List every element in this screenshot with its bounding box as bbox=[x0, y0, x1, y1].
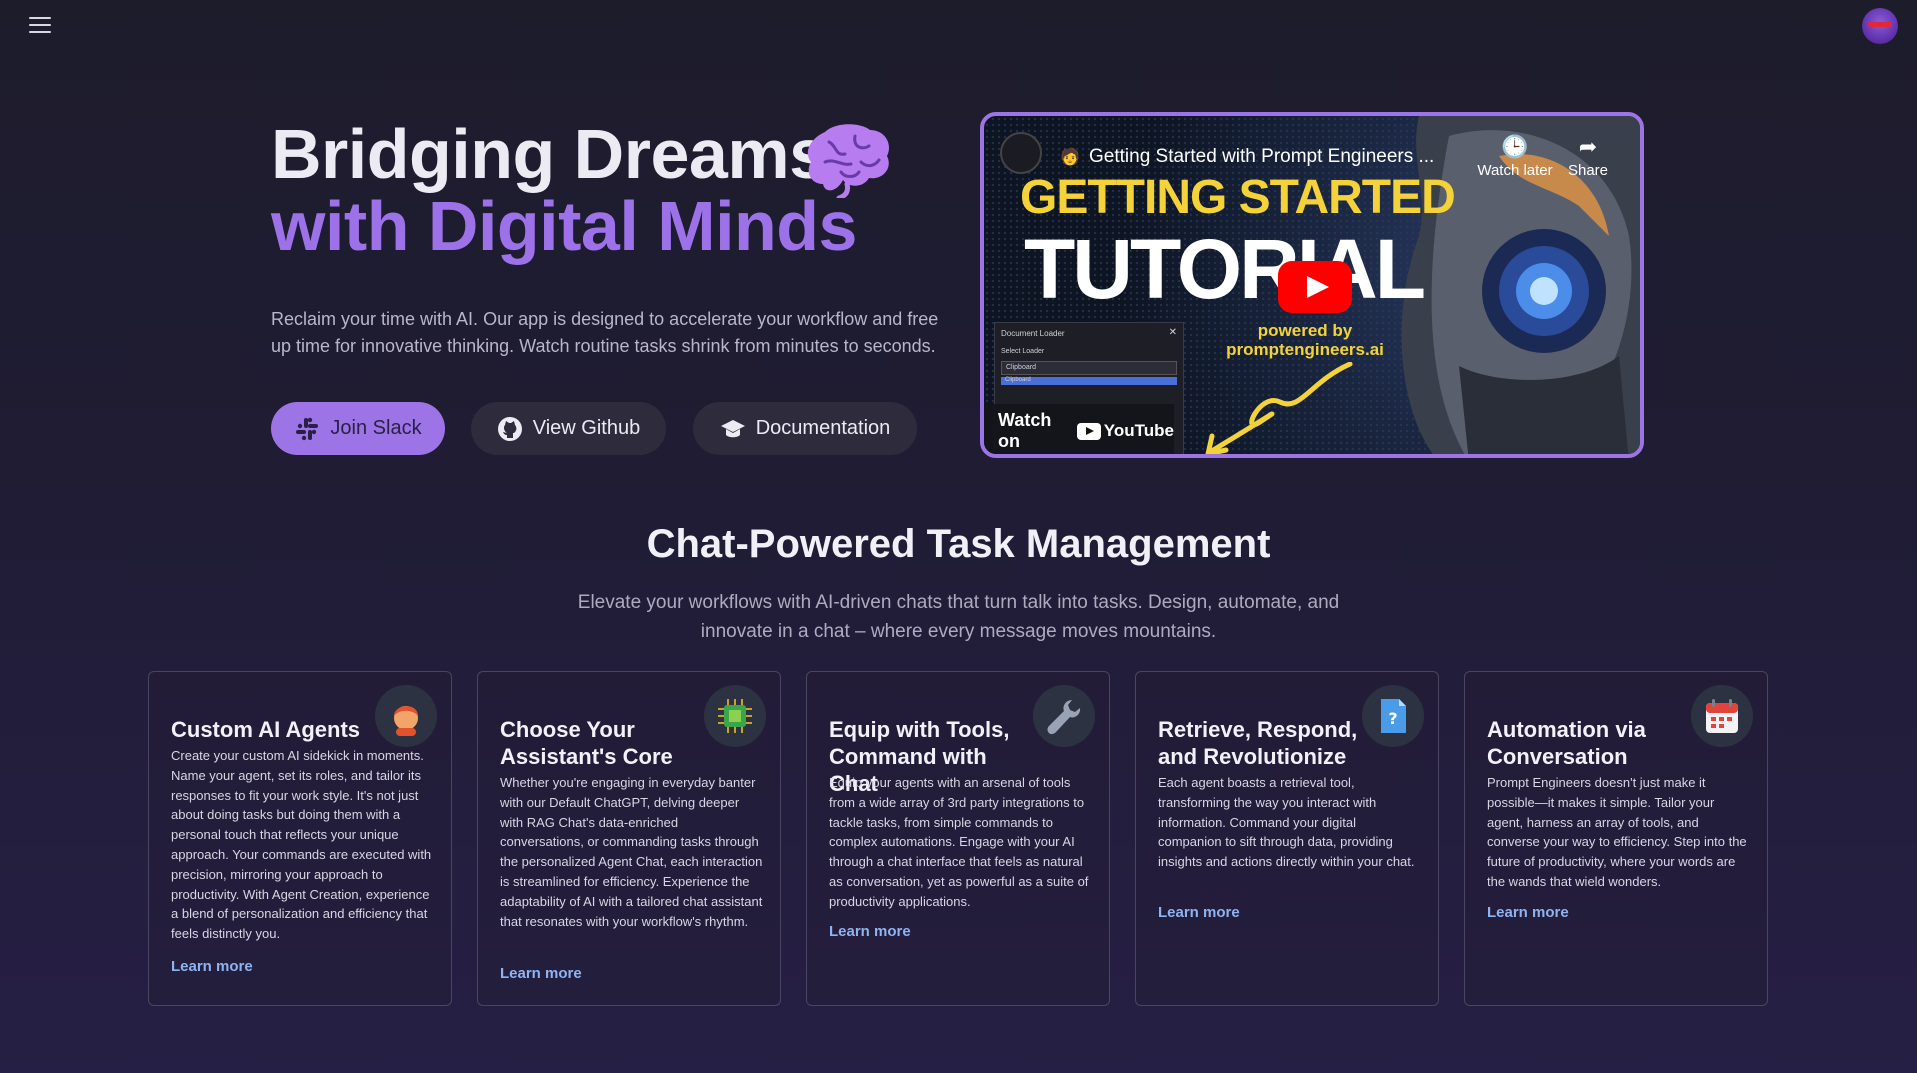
learn-more-link[interactable]: Learn more bbox=[500, 965, 582, 982]
watch-on-youtube-button[interactable]: Watch on YouTube bbox=[984, 404, 1174, 454]
yellow-arrow-icon bbox=[1205, 362, 1353, 454]
card-icon-wrap bbox=[704, 685, 766, 747]
card-title: Retrieve, Respond, and Revolutionize bbox=[1158, 717, 1358, 769]
join-slack-label: Join Slack bbox=[330, 417, 422, 439]
documentation-label: Documentation bbox=[755, 417, 891, 439]
thumbnail-heading: GETTING STARTED bbox=[1020, 171, 1456, 224]
github-icon bbox=[497, 416, 522, 441]
youtube-play-icon bbox=[1076, 422, 1101, 440]
clock-icon: 🕒 bbox=[1501, 134, 1529, 159]
watch-on-label: Watch on bbox=[998, 410, 1052, 451]
slack-icon bbox=[296, 417, 319, 440]
thumbnail-tutorial-text: TUTORIAL bbox=[1024, 222, 1426, 316]
card-icon-wrap bbox=[375, 685, 437, 747]
feature-card-assistant-core: Choose Your Assistant's Core Whether you… bbox=[477, 671, 781, 1006]
ninja-avatar-icon bbox=[1868, 22, 1892, 27]
view-github-button[interactable]: View Github bbox=[471, 402, 666, 455]
documentation-button[interactable]: Documentation bbox=[693, 402, 917, 455]
close-icon: ✕ bbox=[1168, 327, 1177, 338]
card-icon-wrap bbox=[1033, 685, 1095, 747]
top-bar bbox=[0, 0, 1917, 52]
person-icon bbox=[394, 706, 418, 736]
join-slack-button[interactable]: Join Slack bbox=[271, 402, 445, 455]
loader-select: Clipboard bbox=[1001, 361, 1177, 375]
powered-by-text: powered by promptengineers.ai bbox=[1220, 321, 1390, 359]
card-title: Choose Your Assistant's Core bbox=[500, 717, 673, 769]
feature-card-custom-agents: Custom AI Agents Create your custom AI s… bbox=[148, 671, 452, 1006]
youtube-video-embed[interactable]: 🧑 Getting Started with Prompt Engineers … bbox=[980, 112, 1644, 458]
section-title: Chat-Powered Task Management bbox=[646, 522, 1271, 566]
hero-title-line1: Bridging Dreams bbox=[271, 115, 828, 193]
hero-title-line2: with Digital Minds bbox=[271, 187, 857, 265]
video-play-button[interactable] bbox=[1278, 261, 1352, 313]
share-label: Share bbox=[1567, 162, 1609, 179]
learn-more-link[interactable]: Learn more bbox=[171, 958, 253, 975]
card-icon-wrap: ? bbox=[1362, 685, 1424, 747]
graduation-cap-icon bbox=[720, 419, 745, 437]
person-emoji-icon: 🧑 bbox=[1060, 149, 1080, 166]
section-subtitle: Elevate your workflows with AI-driven ch… bbox=[577, 592, 1340, 642]
channel-avatar[interactable] bbox=[1000, 132, 1042, 174]
feature-card-automation: Automation via Conversation Prompt Engin… bbox=[1464, 671, 1768, 1006]
card-body: Each agent boasts a retrieval tool, tran… bbox=[1158, 775, 1415, 870]
card-body: Create your custom AI sidekick in moment… bbox=[171, 748, 432, 942]
view-github-label: View Github bbox=[532, 417, 641, 439]
hero-title: Bridging Dreams with Digital Minds bbox=[271, 118, 857, 262]
video-title[interactable]: Getting Started with Prompt Engineers ..… bbox=[1089, 146, 1434, 168]
powered-by-line2: promptengineers.ai bbox=[1226, 340, 1384, 359]
card-title: Custom AI Agents bbox=[171, 717, 361, 742]
youtube-logo: YouTube bbox=[1076, 421, 1174, 441]
watch-later-label: Watch later bbox=[1477, 162, 1553, 179]
youtube-label: YouTube bbox=[1103, 421, 1174, 440]
card-icon-wrap bbox=[1691, 685, 1753, 747]
select-loader-label: Select Loader bbox=[1001, 348, 1045, 355]
brain-icon bbox=[807, 124, 890, 198]
card-title: Automation via Conversation bbox=[1487, 717, 1646, 769]
feature-card-retrieve: ? Retrieve, Respond, and Revolutionize E… bbox=[1135, 671, 1439, 1006]
powered-by-line1: powered by bbox=[1257, 321, 1353, 340]
learn-more-link[interactable]: Learn more bbox=[829, 923, 911, 940]
learn-more-link[interactable]: Learn more bbox=[1158, 904, 1240, 921]
hero-subtitle: Reclaim your time with AI. Our app is de… bbox=[271, 309, 939, 356]
calendar-icon bbox=[1706, 699, 1738, 733]
hamburger-menu-icon[interactable] bbox=[29, 17, 51, 35]
share-button[interactable]: ➦ Share bbox=[1558, 134, 1618, 179]
document-loader-title: Document Loader bbox=[1001, 329, 1065, 338]
feature-card-tools: Equip with Tools, Command with Chat Equi… bbox=[806, 671, 1110, 1006]
learn-more-link[interactable]: Learn more bbox=[1487, 904, 1569, 921]
wrench-icon bbox=[1047, 700, 1081, 735]
card-body: Whether you're engaging in everyday bant… bbox=[500, 775, 763, 929]
svg-text:?: ? bbox=[1388, 709, 1397, 728]
card-body: Equip your agents with an arsenal of too… bbox=[829, 775, 1089, 909]
loader-option: Clipboard bbox=[1001, 377, 1177, 385]
watch-later-button[interactable]: 🕒 Watch later bbox=[1470, 134, 1560, 179]
user-avatar[interactable] bbox=[1862, 8, 1898, 44]
card-body: Prompt Engineers doesn't just make it po… bbox=[1487, 775, 1747, 889]
share-arrow-icon: ➦ bbox=[1578, 134, 1598, 159]
chip-icon bbox=[718, 699, 752, 733]
document-question-icon: ? bbox=[1381, 699, 1406, 733]
